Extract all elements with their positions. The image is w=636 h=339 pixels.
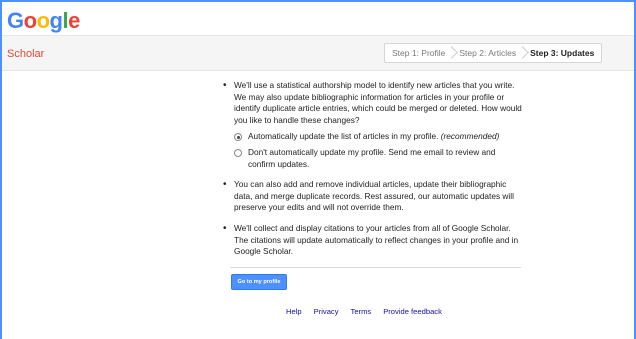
logo-letter-o2: o [36, 8, 50, 33]
logo-letter-g: G [7, 8, 24, 33]
logo-letter-g2: g [49, 8, 63, 33]
bullet-icon: • [223, 222, 227, 234]
setup-steps: Step 1: Profile Step 2: Articles Step 3:… [384, 43, 603, 63]
option-automatic[interactable]: Automatically update the list of article… [234, 131, 523, 143]
step-updates: Step 3: Updates [530, 48, 595, 58]
radio-selected-icon[interactable] [234, 133, 242, 142]
footer-terms-link[interactable]: Terms [351, 307, 372, 316]
bullet-authorship-text: We'll use a statistical authorship model… [234, 80, 522, 125]
go-to-profile-button[interactable]: Go to my profile [231, 274, 287, 290]
logo-letter-o1: o [23, 8, 37, 33]
logo-letter-e: e [68, 8, 80, 33]
bullet-edits-text: You can also add and remove individual a… [234, 179, 514, 213]
bullet-edits: • You can also add and remove individual… [223, 179, 523, 214]
footer-privacy-link[interactable]: Privacy [314, 307, 339, 316]
update-options: Automatically update the list of article… [234, 131, 523, 170]
footer-feedback-link[interactable]: Provide feedback [383, 307, 442, 316]
bullet-icon: • [223, 80, 227, 91]
radio-unselected-icon[interactable] [234, 148, 242, 157]
bullet-citations-text: We'll collect and display citations to y… [234, 222, 519, 257]
bullet-icon: • [223, 179, 227, 191]
option-email-label: Don't automatically update my profile. S… [248, 146, 496, 169]
subheader-bar: Scholar Step 1: Profile Step 2: Articles… [2, 36, 634, 71]
content-divider [230, 267, 521, 268]
footer-links: Help Privacy Terms Provide feedback [286, 307, 442, 316]
step-profile: Step 1: Profile [385, 44, 452, 62]
recommended-note: (recommended) [440, 131, 500, 142]
google-logo[interactable]: Google [7, 6, 80, 36]
scholar-label[interactable]: Scholar [7, 48, 44, 60]
footer-help-link[interactable]: Help [286, 307, 302, 316]
bullet-authorship: • We'll use a statistical authorship mod… [223, 80, 523, 126]
bullet-citations: • We'll collect and display citations to… [223, 223, 523, 258]
step-articles: Step 2: Articles [452, 44, 523, 62]
settings-content: • We'll use a statistical authorship mod… [223, 80, 523, 267]
option-automatic-label: Automatically update the list of article… [248, 131, 500, 142]
option-email-review[interactable]: Don't automatically update my profile. S… [234, 147, 523, 170]
top-accent [0, 0, 636, 2]
